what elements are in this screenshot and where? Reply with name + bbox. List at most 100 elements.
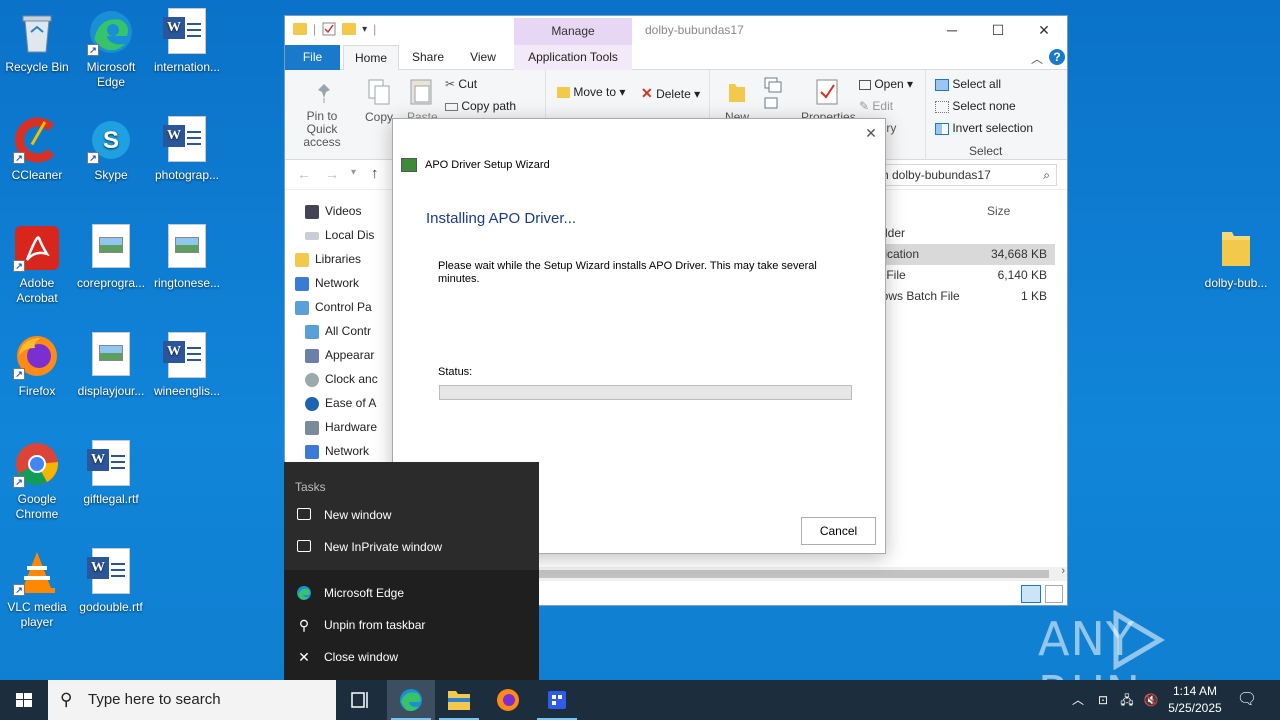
move-to-button[interactable]: Move to ▾ [557,85,625,99]
tab-application-tools[interactable]: Application Tools [514,45,632,70]
desktop-icon-ccleaner[interactable]: ↗ CCleaner [0,116,75,183]
task-view-button[interactable] [336,680,384,720]
tree-item-control-panel[interactable]: Control Pa [295,295,405,319]
notifications-icon[interactable]: 🗨 [1232,680,1262,720]
tree-item-network-cp[interactable]: Network [305,439,405,463]
jump-list-header: Tasks [295,480,326,494]
large-icons-view-icon[interactable] [1045,585,1063,603]
dialog-close-button[interactable]: ✕ [863,125,879,141]
delete-button[interactable]: ✕ Delete ▾ [641,85,700,102]
jump-list-unpin[interactable]: ⚲ Unpin from taskbar [284,609,539,641]
desktop-icon-recycle-bin[interactable]: Recycle Bin [0,8,75,75]
forward-arrow-icon[interactable]: → [325,166,339,182]
folder-icon [557,87,570,99]
taskbar-search-box[interactable]: ⚲ Type here to search [48,680,336,720]
network-tray-icon[interactable]: 🖧 [1116,680,1138,720]
tree-item-videos[interactable]: Videos [305,199,405,223]
search-input[interactable]: ch dolby-bubundas17 ⌕ [871,164,1057,186]
tree-item-appearance[interactable]: Appearar [305,343,405,367]
taskbar-setup-app[interactable] [533,680,581,720]
properties-icon[interactable] [322,22,336,36]
column-size[interactable]: Size [987,204,1010,218]
file-row-selected[interactable]: plication 34,668 KB [875,244,1055,265]
copy-button[interactable]: Copy [365,110,393,124]
recent-locations-icon[interactable]: ▾ [351,167,356,178]
tab-view[interactable]: View [457,45,509,70]
jump-list-new-window[interactable]: New window [284,499,539,531]
desktop-icon-firefox[interactable]: ↗ Firefox [0,332,75,399]
jump-list-new-inprivate[interactable]: New InPrivate window [284,531,539,563]
new-folder-icon[interactable] [342,23,357,35]
show-hidden-icons-button[interactable]: ︿ [1068,680,1088,720]
tree-item-local-disk[interactable]: Local Dis [305,223,405,247]
open-button[interactable]: Open ▾ [859,77,913,91]
file-explorer-icon [448,691,470,710]
help-icon[interactable]: ? [1049,49,1065,65]
collapse-ribbon-icon[interactable]: ︿ [1031,50,1043,67]
desktop-icon-vlc[interactable]: ↗ VLC media player [0,548,75,630]
tree-item-clock[interactable]: Clock anc [305,367,405,391]
desktop-icon-doc-international[interactable]: W internation... [149,8,225,75]
scroll-right-icon[interactable]: › [1061,565,1065,577]
column-headers: e Size [875,199,1055,223]
tree-item-libraries[interactable]: Libraries [295,247,405,271]
file-row[interactable]: X File 6,140 KB [875,265,1055,286]
select-all-button[interactable]: Select all [935,77,1001,91]
taskbar-edge[interactable] [387,680,435,720]
taskbar-file-explorer[interactable] [435,680,483,720]
volume-muted-icon[interactable]: 🔇 [1140,680,1162,720]
qat-dropdown-icon[interactable]: ▾ [362,24,367,35]
tab-file[interactable]: File [285,45,340,70]
tree-item-network[interactable]: Network [295,271,405,295]
skype-icon: S ↗ [87,116,135,164]
details-view-icon[interactable] [1021,585,1041,603]
desktop-icon-doc-photograp[interactable]: W photograp... [149,116,225,183]
cut-button[interactable]: ✂ Cut [445,77,477,91]
network-icon [295,276,309,291]
manage-tab-group[interactable]: Manage [514,18,632,45]
edit-button[interactable]: ✎ Edit [859,99,893,113]
copy-path-button[interactable]: Copy path [445,99,516,113]
tree-item-ease-of-access[interactable]: Ease of A [305,391,405,415]
maximize-button[interactable]: ☐ [975,16,1021,45]
word-document-icon: W [87,548,135,596]
pin-quick-access-button[interactable]: Pin to Quick access [291,110,353,149]
install-progress-bar [439,385,852,400]
invert-selection-button[interactable]: Invert selection [935,121,1033,135]
horizontal-scrollbar[interactable]: › [539,565,1067,581]
desktop-icon-rtf-godouble[interactable]: W godouble.rtf [73,548,149,615]
file-row[interactable]: folder [875,223,1055,244]
desktop-icon-skype[interactable]: S ↗ Skype [73,116,149,183]
desktop-icon-image-displayjour[interactable]: displayjour... [73,332,149,399]
drive-icon [305,231,319,240]
desktop-icon-image-ringtonese[interactable]: ringtonese... [149,224,225,291]
desktop-icon-chrome[interactable]: ↗ Google Chrome [0,440,75,522]
taskbar-clock[interactable]: 1:14 AM 5/25/2025 [1162,683,1228,717]
desktop-icon-folder-dolby[interactable]: dolby-bub... [1198,224,1274,291]
tab-home[interactable]: Home [343,45,399,71]
desktop-icon-rtf-giftlegal[interactable]: W giftlegal.rtf [73,440,149,507]
jump-list-microsoft-edge[interactable]: Microsoft Edge [284,577,539,609]
properties-icon [816,79,838,105]
desktop-icon-edge[interactable]: ↗ Microsoft Edge [73,8,149,90]
cancel-button[interactable]: Cancel [801,517,876,545]
tree-item-all-control[interactable]: All Contr [305,319,405,343]
tree-item-hardware[interactable]: Hardware [305,415,405,439]
desktop-icon-acrobat[interactable]: ↗ Adobe Acrobat [0,224,75,306]
start-button[interactable] [0,680,48,720]
select-none-button[interactable]: Select none [935,99,1016,113]
desktop-icon-doc-wineenglis[interactable]: W wineenglis... [149,332,225,399]
firefox-icon [497,689,519,711]
meet-now-icon[interactable]: ⊡ [1092,680,1114,720]
minimize-button[interactable]: ─ [929,16,975,45]
jump-list-close-window[interactable]: ✕ Close window [284,641,539,673]
tab-share[interactable]: Share [402,45,454,70]
new-item-icon[interactable] [763,76,785,110]
close-button[interactable]: ✕ [1021,16,1067,45]
file-row[interactable]: dows Batch File 1 KB [875,286,1055,307]
back-arrow-icon[interactable]: ← [297,166,311,182]
desktop-icon-image-coreprogra[interactable]: coreprogra... [73,224,149,291]
up-arrow-icon[interactable]: ↑ [371,165,379,182]
taskbar-firefox[interactable] [484,680,532,720]
pin-icon [318,84,330,103]
